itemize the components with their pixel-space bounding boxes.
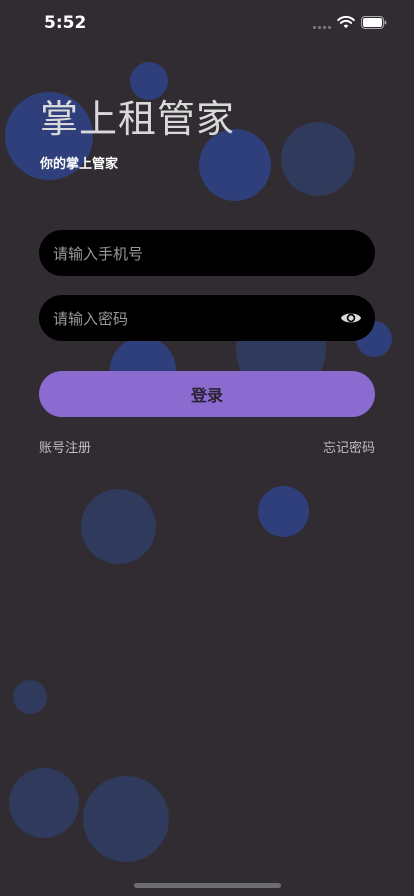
- status-time: 5:52: [44, 13, 87, 33]
- eye-icon[interactable]: [340, 307, 362, 329]
- decorative-bubble: [81, 489, 156, 564]
- wifi-icon: [337, 16, 355, 29]
- forgot-password-link[interactable]: 忘记密码: [323, 437, 375, 456]
- app-title: 掌上租管家: [40, 97, 236, 141]
- cellular-signal-icon: [313, 26, 333, 30]
- login-button[interactable]: 登录: [39, 371, 375, 417]
- app-subtitle: 你的掌上管家: [40, 157, 119, 172]
- status-bar: 5:52: [0, 0, 414, 48]
- decorative-bubble: [83, 776, 169, 862]
- password-input[interactable]: [51, 295, 335, 343]
- decorative-bubble: [13, 680, 47, 714]
- password-field[interactable]: [39, 295, 375, 343]
- phone-input[interactable]: [51, 230, 335, 278]
- decorative-bubble: [9, 768, 79, 838]
- home-indicator[interactable]: [134, 883, 281, 888]
- phone-field[interactable]: [39, 230, 375, 278]
- login-screen: 5:52 掌上租管家 你的掌上管家 登录 账号注册 忘记密码: [0, 0, 414, 896]
- decorative-bubble: [258, 486, 309, 537]
- register-link[interactable]: 账号注册: [39, 437, 91, 456]
- battery-icon: [361, 16, 387, 29]
- decorative-bubble: [281, 122, 355, 196]
